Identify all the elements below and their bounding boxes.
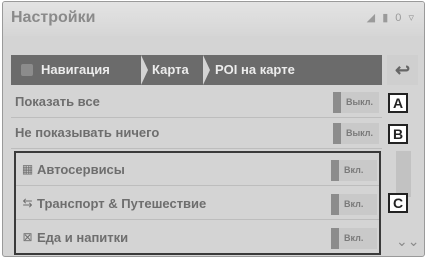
breadcrumb-item-map[interactable]: Карта (152, 55, 189, 85)
breadcrumb-item-navigation[interactable]: Навигация (41, 55, 110, 85)
title-bar: Настройки ◢ ▮ 0 ▿ (3, 2, 424, 36)
toggle-indicator (333, 123, 341, 144)
breadcrumb-separator (203, 55, 210, 85)
show-nothing-state: Выкл. (346, 128, 374, 138)
breadcrumb: Навигация Карта POI на карте (11, 55, 382, 85)
home-icon (21, 64, 33, 76)
show-nothing-label: Не показывать ничего (15, 125, 160, 140)
show-all-label: Показать все (15, 94, 100, 109)
page-title: Настройки (11, 9, 96, 26)
callout-c: C (388, 193, 408, 213)
show-all-state: Выкл. (346, 97, 374, 107)
show-nothing-row[interactable]: Не показывать ничего Выкл. (11, 118, 382, 149)
status-indicators: ◢ ▮ 0 ▿ (366, 12, 416, 24)
back-icon: ↩ (394, 60, 411, 80)
callout-a: A (388, 93, 408, 113)
breadcrumb-separator (141, 55, 148, 85)
show-all-row[interactable]: Показать все Выкл. (11, 87, 382, 118)
scroll-down-icon[interactable]: ⌄⌄ (396, 230, 419, 252)
scrollbar[interactable] (396, 151, 411, 197)
show-nothing-toggle[interactable]: Выкл. (333, 123, 379, 144)
poi-category-group-outline (14, 151, 381, 255)
back-button[interactable]: ↩ (387, 55, 418, 85)
toggle-indicator (333, 92, 341, 113)
settings-screen: Настройки ◢ ▮ 0 ▿ Навигация Карта POI на… (2, 1, 425, 257)
show-all-toggle[interactable]: Выкл. (333, 92, 379, 113)
breadcrumb-item-poi[interactable]: POI на карте (215, 55, 295, 85)
callout-b: B (388, 124, 408, 144)
